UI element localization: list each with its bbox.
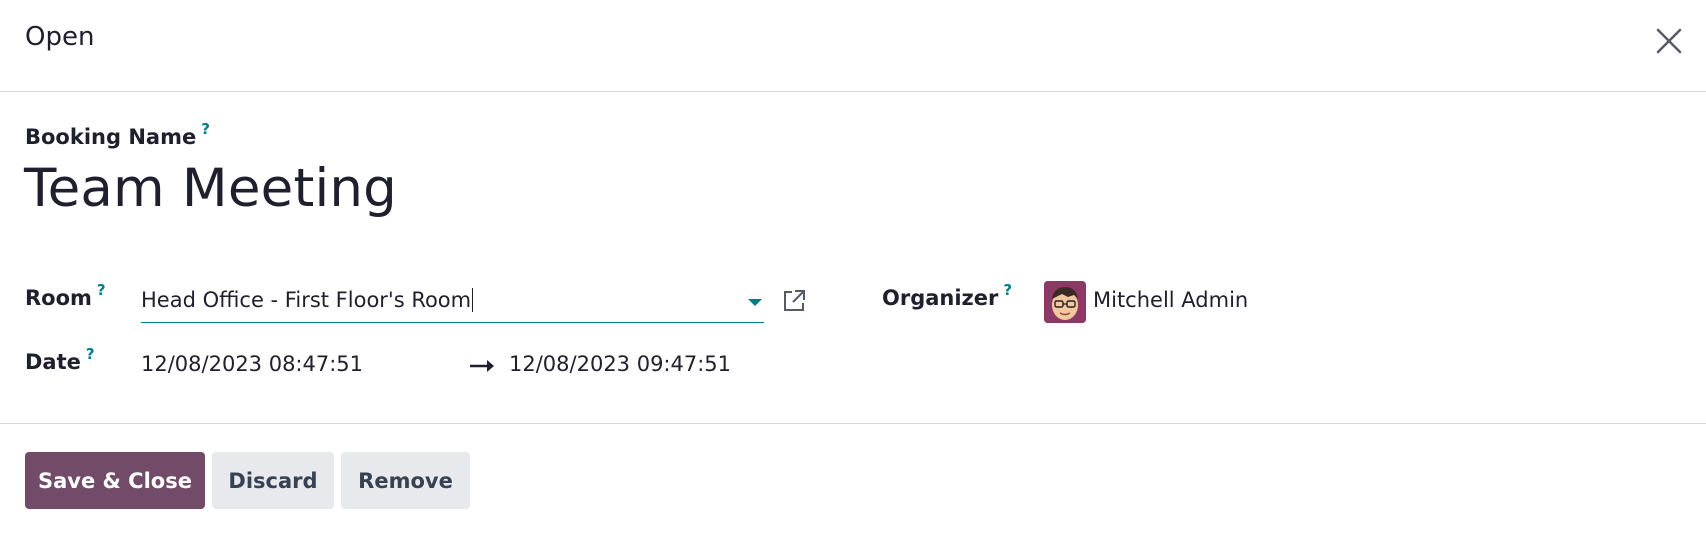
external-link-icon[interactable]	[781, 288, 807, 314]
date-end-field[interactable]: 12/08/2023 09:47:51	[509, 352, 731, 376]
remove-button[interactable]: Remove	[341, 452, 470, 509]
date-help-icon[interactable]: ?	[86, 345, 95, 363]
organizer-label: Organizer?	[882, 281, 1013, 310]
date-start-field[interactable]: 12/08/2023 08:47:51	[141, 352, 363, 376]
discard-button[interactable]: Discard	[212, 452, 334, 509]
booking-name-field[interactable]: Team Meeting	[24, 158, 397, 219]
organizer-name[interactable]: Mitchell Admin	[1093, 288, 1248, 312]
room-input[interactable]: Head Office - First Floor's Room	[141, 280, 764, 323]
booking-name-help-icon[interactable]: ?	[201, 120, 210, 138]
booking-name-label: Booking Name?	[25, 120, 210, 149]
room-help-icon[interactable]: ?	[97, 281, 106, 299]
chevron-down-icon[interactable]	[748, 299, 762, 306]
dialog-header: Open	[0, 0, 1706, 92]
organizer-help-icon[interactable]: ?	[1003, 281, 1012, 299]
dialog-title: Open	[25, 22, 95, 52]
avatar	[1044, 281, 1086, 323]
save-close-button[interactable]: Save & Close	[25, 452, 205, 509]
date-label: Date?	[25, 345, 95, 374]
arrow-right-icon	[469, 355, 495, 377]
close-icon[interactable]	[1652, 24, 1686, 58]
room-label: Room?	[25, 281, 106, 310]
room-value: Head Office - First Floor's Room	[141, 288, 474, 312]
booking-dialog: Open Booking Name? Team Meeting Room? He…	[0, 0, 1706, 535]
